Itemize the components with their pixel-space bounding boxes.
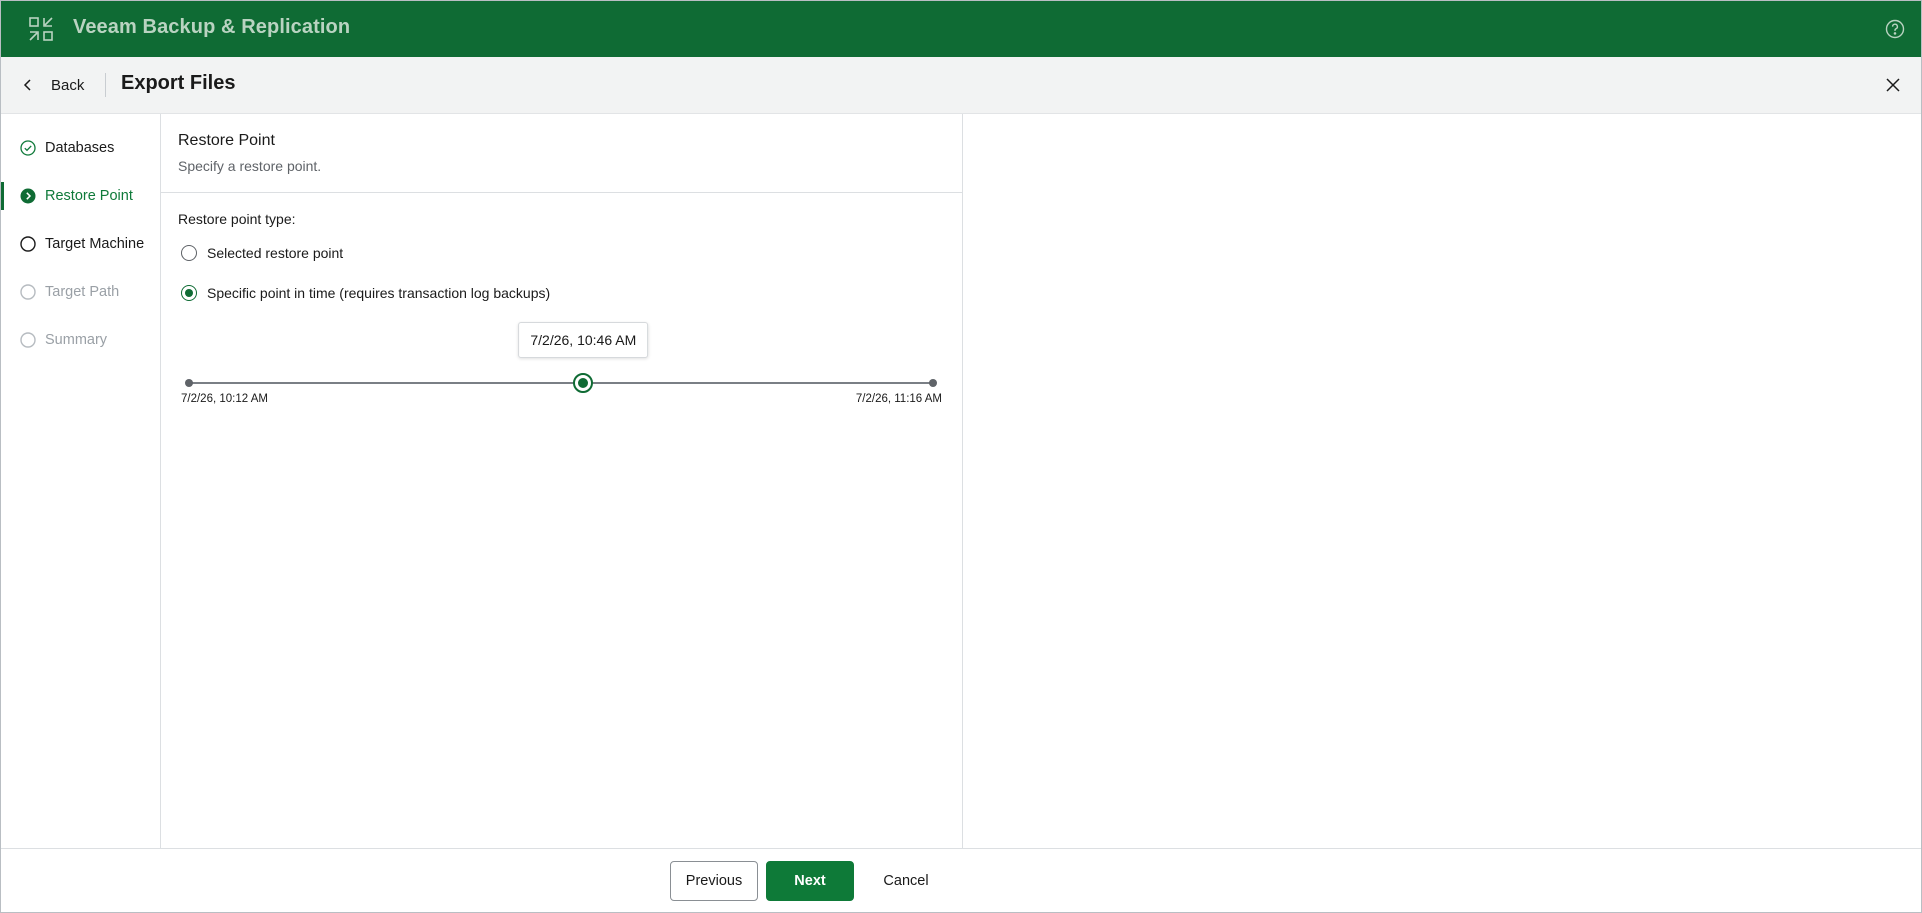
check-circle-icon [20, 140, 36, 156]
restore-type-label: Restore point type: [178, 211, 296, 227]
circle-icon [20, 284, 36, 300]
radio-specific-point-in-time[interactable]: Specific point in time (requires transac… [181, 283, 550, 303]
chevron-left-icon [23, 79, 31, 91]
step-target-path: Target Path [1, 274, 160, 310]
radio-label: Selected restore point [207, 245, 344, 261]
app-title: Veeam Backup & Replication [73, 16, 351, 38]
section-subtitle: Specify a restore point. [178, 158, 322, 174]
page-header: Back Export Files [1, 57, 1921, 114]
radio-label: Specific point in time (requires transac… [207, 285, 551, 301]
close-icon[interactable] [1883, 75, 1903, 95]
next-button[interactable]: Next [766, 861, 854, 901]
help-icon[interactable] [1885, 19, 1905, 39]
step-label: Restore Point [45, 188, 133, 204]
header-divider [105, 73, 106, 97]
step-summary: Summary [1, 322, 160, 358]
slider-start-marker [185, 379, 193, 387]
circle-icon [20, 236, 36, 252]
circle-icon [20, 332, 36, 348]
radio-button[interactable] [181, 245, 197, 261]
cancel-button[interactable]: Cancel [862, 861, 950, 901]
point-in-time-slider[interactable] [185, 373, 937, 393]
step-label: Databases [45, 140, 115, 156]
slider-handle[interactable] [573, 373, 594, 393]
slider-value-tooltip: 7/2/26, 10:46 AM [518, 322, 649, 358]
step-target-machine[interactable]: Target Machine [1, 226, 160, 262]
wizard-steps: Databases Restore Point Target Machine T… [1, 114, 161, 848]
app-bar: Veeam Backup & Replication [1, 1, 1921, 57]
step-label: Target Machine [45, 236, 145, 252]
radio-button[interactable] [181, 285, 197, 301]
radio-selected-restore-point[interactable]: Selected restore point [181, 243, 343, 263]
section-title: Restore Point [178, 132, 275, 149]
slider-track[interactable] [189, 382, 933, 384]
slider-min-label: 7/2/26, 10:12 AM [181, 393, 268, 405]
back-button[interactable]: Back [19, 71, 84, 99]
page-title: Export Files [121, 72, 236, 94]
back-label: Back [51, 76, 85, 94]
collapse-arrows-icon[interactable] [29, 17, 53, 41]
step-restore-point[interactable]: Restore Point [1, 178, 160, 214]
slider-max-label: 7/2/26, 11:16 AM [855, 393, 942, 405]
wizard-footer: Previous Next Cancel [1, 848, 1921, 912]
step-label: Target Path [45, 284, 120, 300]
step-label: Summary [45, 332, 108, 348]
step-databases[interactable]: Databases [1, 130, 160, 166]
app-window: Veeam Backup & Replication Back Export F… [0, 0, 1922, 913]
wizard-content: Restore Point Specify a restore point. R… [161, 114, 963, 848]
active-step-indicator [1, 182, 4, 210]
chevron-right-circle-icon [20, 188, 36, 204]
section-header: Restore Point Specify a restore point. [161, 114, 962, 193]
slider-end-marker [929, 379, 937, 387]
previous-button[interactable]: Previous [670, 861, 758, 901]
